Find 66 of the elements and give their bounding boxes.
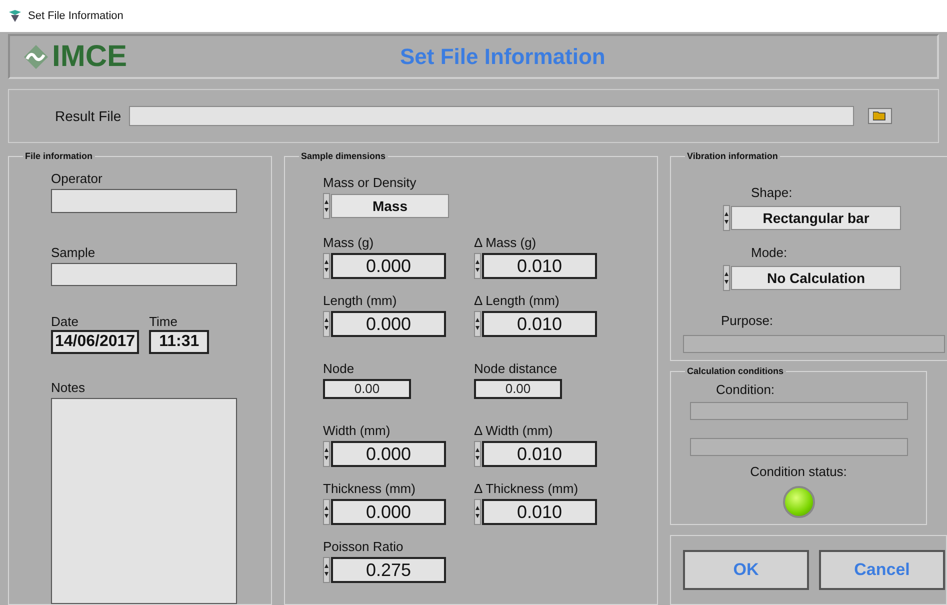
browse-button[interactable] [868, 108, 892, 124]
numeric-field[interactable]: 0.010 [482, 441, 597, 467]
window-title: Set File Information [28, 8, 124, 24]
ring-selector[interactable]: Mass [331, 194, 449, 218]
group-title: File information [23, 150, 94, 162]
field-label: Node [323, 361, 356, 377]
field-label: Poisson Ratio [323, 539, 404, 555]
numeric-field[interactable]: 0.010 [482, 311, 597, 337]
sample-field[interactable] [51, 262, 237, 286]
spinner-arrows-icon[interactable] [474, 499, 481, 525]
field-label: Time [149, 314, 178, 330]
spinner-arrows-icon[interactable] [323, 311, 330, 337]
field-label: Mass (g) [323, 235, 375, 251]
spinner-arrows-icon[interactable] [323, 557, 330, 583]
field-label: Δ Width (mm) [474, 423, 554, 439]
numeric-field[interactable]: 0.000 [331, 253, 446, 279]
spinner-arrows-icon[interactable] [323, 193, 330, 219]
time-field[interactable]: 11:31 [149, 330, 210, 354]
field-label: Shape: [751, 185, 792, 201]
spinner-arrows-icon[interactable] [474, 253, 481, 279]
field-label: Sample [51, 244, 96, 261]
spinner-arrows-icon[interactable] [323, 441, 330, 467]
field-label: Purpose: [721, 313, 774, 329]
field-label: Date [51, 314, 80, 330]
spinner-arrows-icon[interactable] [323, 253, 330, 279]
notes-field[interactable] [51, 398, 237, 604]
folder-icon [873, 111, 888, 121]
numeric-indicator: 0.00 [474, 379, 562, 399]
field-label: Δ Thickness (mm) [474, 481, 580, 497]
numeric-indicator: 0.00 [323, 379, 411, 399]
field-label: Δ Length (mm) [474, 293, 560, 309]
group-title: Calculation conditions [685, 365, 786, 377]
field-label: Notes [51, 380, 86, 396]
numeric-field[interactable]: 0.275 [331, 557, 446, 583]
numeric-field[interactable]: 0.000 [331, 499, 446, 525]
field-label: Condition: [716, 382, 775, 398]
date-field[interactable]: 14/06/2017 [51, 330, 140, 354]
field-label: Result File [55, 108, 122, 124]
spinner-arrows-icon[interactable] [723, 205, 730, 231]
field-label: Length (mm) [323, 293, 398, 309]
group-title: Vibration information [685, 150, 780, 162]
numeric-field[interactable]: 0.000 [331, 441, 446, 467]
field-label: Δ Mass (g) [474, 235, 538, 251]
group-title: Sample dimensions [299, 150, 388, 162]
field-label: Thickness (mm) [323, 481, 416, 497]
operator-field[interactable] [51, 189, 237, 213]
field-label: Width (mm) [323, 423, 392, 439]
field-label: Mass or Density [323, 175, 418, 191]
ring-selector[interactable]: No Calculation [731, 266, 901, 290]
spinner-arrows-icon[interactable] [474, 311, 481, 337]
numeric-field[interactable]: 0.000 [331, 311, 446, 337]
logo-icon [22, 42, 50, 70]
field-label: Operator [51, 171, 104, 187]
dialog-title: Set File Information [400, 43, 606, 71]
spinner-arrows-icon[interactable] [323, 499, 330, 525]
file-path-field[interactable] [129, 106, 854, 126]
field-label: Node distance [474, 361, 558, 377]
field-label: Mode: [751, 245, 788, 261]
numeric-field[interactable]: 0.010 [482, 253, 597, 279]
spinner-arrows-icon[interactable] [723, 265, 730, 291]
field-label: Condition status: [750, 464, 847, 480]
spinner-arrows-icon[interactable] [474, 441, 481, 467]
logo-text: IMCE [52, 42, 127, 72]
numeric-field[interactable]: 0.010 [482, 499, 597, 525]
ring-selector[interactable]: Rectangular bar [731, 206, 901, 230]
app-icon [8, 9, 22, 23]
